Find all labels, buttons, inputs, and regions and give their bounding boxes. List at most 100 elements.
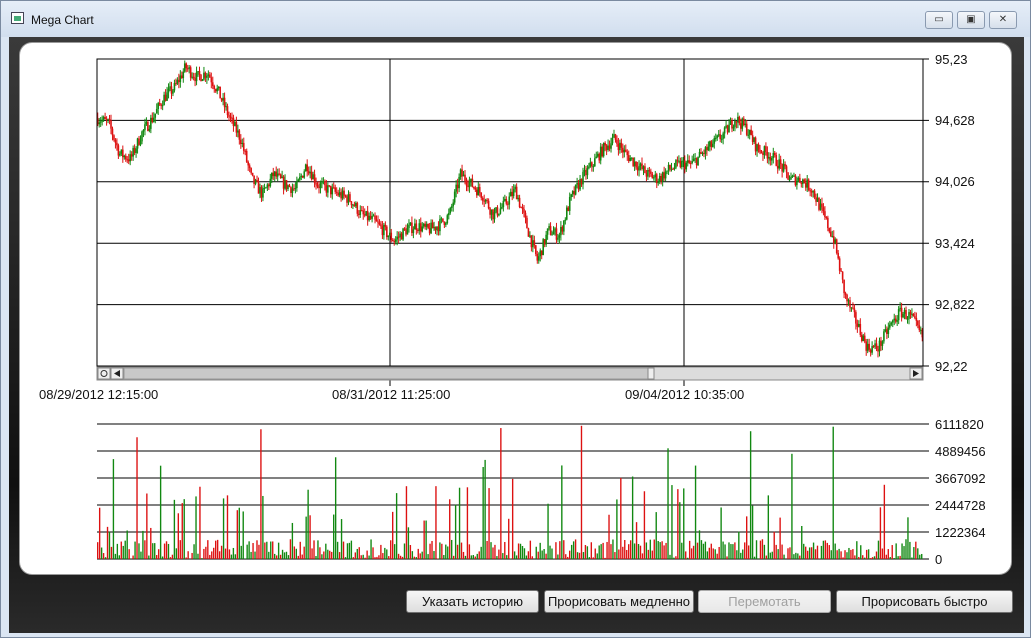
candle-body [765, 146, 767, 152]
volume-bar [307, 489, 309, 559]
candle-body [738, 116, 741, 124]
price-candles [96, 60, 924, 358]
candle-body [327, 185, 329, 193]
volume-bar [572, 541, 575, 559]
volume-bar [919, 554, 921, 559]
volume-bar [150, 527, 152, 559]
candle-body [866, 343, 869, 351]
candle-body [433, 226, 435, 229]
candle-body [906, 318, 909, 320]
scroll-thumb-handle[interactable] [647, 367, 655, 380]
volume-bar [122, 545, 124, 559]
volume-bar [169, 557, 172, 559]
candle-body [178, 79, 180, 83]
candle-body [689, 162, 692, 164]
candle-body [244, 150, 247, 152]
volume-bar [779, 517, 781, 559]
volume-bar [110, 546, 113, 559]
volume-bar [264, 542, 266, 559]
volume-bar [649, 539, 652, 559]
candle-body [838, 258, 841, 271]
candle-body [237, 130, 239, 133]
candle-body [338, 192, 341, 196]
chart-scrollbar[interactable] [96, 366, 924, 381]
candle-body [586, 168, 589, 176]
volume-bar [443, 554, 445, 559]
candle-body [771, 158, 773, 161]
candle-body [809, 190, 811, 192]
candle-body [501, 207, 503, 209]
volume-bar [690, 548, 693, 559]
candle-body [241, 142, 244, 144]
candle-body [443, 221, 446, 225]
volume-bar [714, 549, 716, 559]
candle-body [860, 334, 863, 341]
candle-body [554, 228, 556, 232]
candle-body [714, 137, 717, 139]
candle-body [694, 158, 696, 160]
volume-bar [799, 555, 801, 559]
candle-body [565, 207, 568, 220]
candle-body [142, 129, 145, 132]
volume-bar [118, 555, 121, 559]
candle-body [543, 239, 546, 245]
candle-body [172, 90, 174, 94]
volume-bar [100, 547, 103, 559]
rewind-button[interactable]: Перемотать [698, 590, 831, 613]
candle-body [200, 74, 202, 82]
volume-bar [136, 437, 138, 559]
candle-body [247, 161, 249, 166]
volume-bar [612, 539, 614, 559]
zoom-reset-icon[interactable] [97, 367, 111, 380]
candle-body [150, 117, 152, 129]
volume-bar [742, 549, 744, 559]
volume-bar [254, 551, 256, 559]
draw-fast-button[interactable]: Прорисовать быстро [836, 590, 1013, 613]
volume-bar [313, 540, 315, 559]
candle-body [155, 108, 158, 114]
volume-bar [803, 543, 805, 559]
volume-bar [677, 489, 679, 559]
candle-body [455, 184, 457, 192]
volume-bar [209, 554, 211, 559]
candle-body [167, 88, 170, 93]
title-bar[interactable]: Mega Chart ▭ ▣ ✕ [1, 1, 1030, 37]
minimize-button[interactable]: ▭ [925, 11, 953, 29]
candle-body [194, 77, 196, 82]
candle-body [859, 324, 862, 335]
candle-body [852, 307, 854, 309]
scroll-thumb[interactable] [123, 367, 649, 380]
candle-body [331, 187, 334, 195]
draw-slow-button[interactable]: Прорисовать медленно [544, 590, 694, 613]
candle-body [591, 162, 593, 167]
volume-bar [134, 541, 136, 559]
candle-body [506, 203, 509, 205]
candle-body [863, 335, 866, 342]
volume-bar [590, 542, 593, 559]
volume-bar [146, 493, 148, 559]
candle-body [670, 168, 673, 170]
set-history-button[interactable]: Указать историю [406, 590, 539, 613]
candle-body [871, 346, 873, 353]
maximize-button[interactable]: ▣ [957, 11, 985, 29]
volume-bar [319, 547, 321, 559]
candle-body [706, 147, 708, 151]
candle-body [316, 184, 319, 187]
candle-body [902, 313, 904, 318]
volume-bar [504, 541, 506, 559]
volume-bar [498, 549, 500, 559]
candle-body [332, 187, 335, 189]
volume-bar [159, 465, 162, 559]
app-chart-icon [11, 12, 24, 24]
candle-body [136, 138, 139, 149]
candle-body [647, 170, 649, 177]
candle-body [220, 98, 223, 101]
candle-body [896, 320, 898, 322]
candle-body [418, 223, 421, 231]
volume-bar [275, 555, 278, 559]
close-button[interactable]: ✕ [989, 11, 1017, 29]
volume-bar [401, 556, 404, 559]
candle-body [263, 187, 266, 189]
candle-body [287, 185, 289, 190]
volume-bar [366, 550, 368, 559]
